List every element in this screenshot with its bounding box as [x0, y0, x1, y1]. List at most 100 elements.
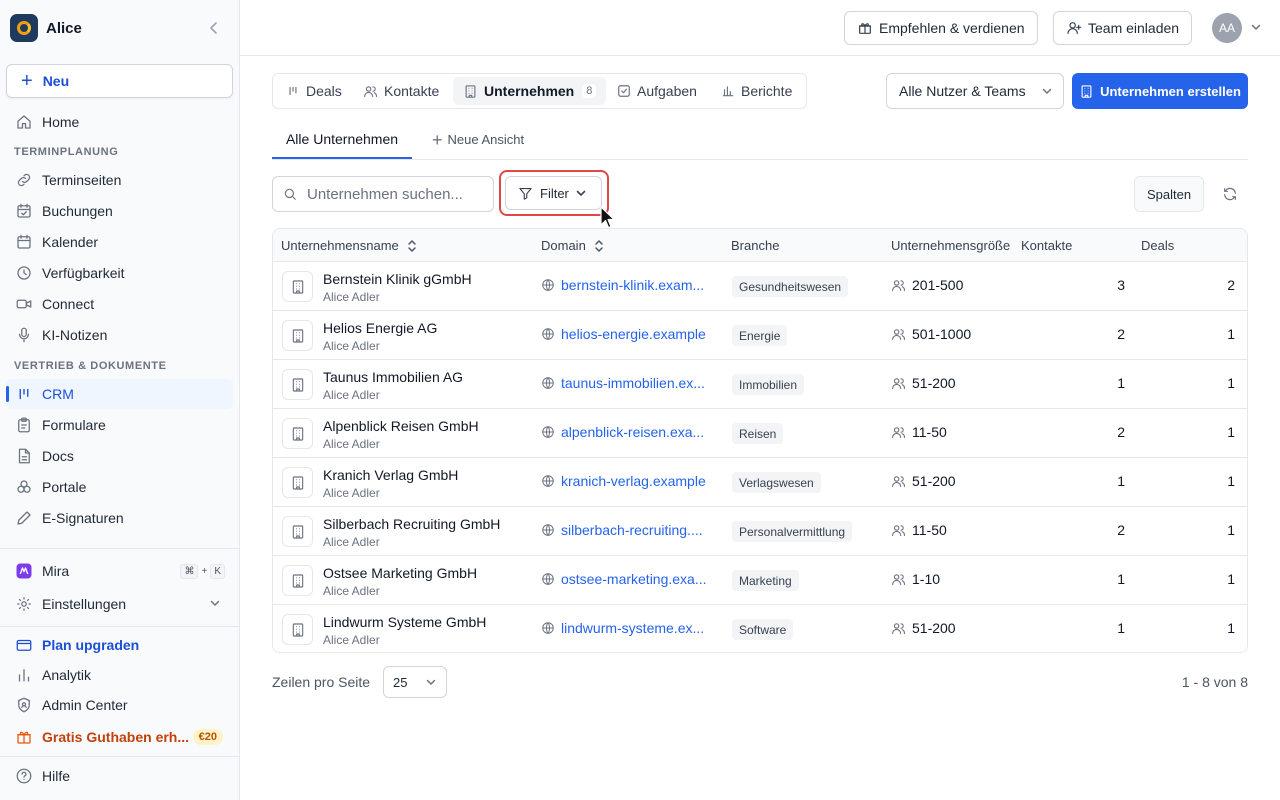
building-icon: [282, 467, 313, 498]
company-name[interactable]: Lindwurm Systeme GmbH: [323, 614, 486, 630]
tab-berichte[interactable]: Berichte: [711, 77, 802, 105]
building-icon: [1079, 84, 1094, 99]
company-domain-link[interactable]: ostsee-marketing.exa...: [541, 571, 707, 587]
company-domain-link[interactable]: bernstein-klinik.exam...: [541, 277, 704, 293]
company-name[interactable]: Alpenblick Reisen GmbH: [323, 418, 479, 434]
refresh-icon[interactable]: [1214, 178, 1246, 210]
sort-icon[interactable]: [594, 239, 604, 253]
company-size: 201-500: [891, 277, 963, 293]
sidebar-item-mira[interactable]: Mira ⌘ + K: [6, 556, 233, 586]
table-row[interactable]: Alpenblick Reisen GmbH Alice Adler alpenbl…: [273, 409, 1247, 458]
view-tab-all-companies[interactable]: Alle Unternehmen: [272, 120, 412, 159]
sidebar-item-home[interactable]: Home: [6, 107, 233, 137]
deals-count: 1: [1227, 473, 1235, 489]
globe-icon: [541, 621, 555, 635]
sidebar-item-buchungen[interactable]: Buchungen: [6, 196, 233, 226]
refer-button[interactable]: Empfehlen & verdienen: [844, 11, 1038, 45]
workspace-header[interactable]: Alice: [10, 14, 230, 42]
company-search: [272, 176, 494, 212]
tab-unternehmen[interactable]: Unternehmen 8: [453, 77, 607, 105]
company-domain-link[interactable]: alpenblick-reisen.exa...: [541, 424, 704, 440]
company-name[interactable]: Kranich Verlag GmbH: [323, 467, 458, 483]
link-icon: [14, 170, 34, 190]
contacts-count: 3: [1117, 277, 1125, 293]
invite-team-button[interactable]: Team einladen: [1053, 11, 1193, 45]
sort-icon[interactable]: [407, 239, 417, 253]
deals-count: 2: [1227, 277, 1235, 293]
mira-icon: [14, 561, 34, 581]
rows-per-page-select[interactable]: 25: [383, 666, 447, 698]
create-company-button[interactable]: Unternehmen erstellen: [1072, 73, 1248, 109]
table-row[interactable]: Bernstein Klinik gGmbH Alice Adler bernste…: [273, 262, 1247, 311]
sidebar-item-kalender[interactable]: Kalender: [6, 227, 233, 257]
table-row[interactable]: Ostsee Marketing GmbH Alice Adler ostsee-m…: [273, 556, 1247, 605]
company-domain-link[interactable]: kranich-verlag.example: [541, 473, 706, 489]
sidebar-item-crm[interactable]: CRM: [6, 379, 233, 409]
column-header-contacts[interactable]: Kontakte: [1021, 238, 1072, 253]
company-domain-link[interactable]: helios-energie.example: [541, 326, 706, 342]
section-label-sales: VERTRIEB & DOKUMENTE: [14, 360, 167, 372]
company-domain-link[interactable]: taunus-immobilien.ex...: [541, 375, 705, 391]
chevron-down-icon[interactable]: [1250, 21, 1262, 33]
table-row[interactable]: Taunus Immobilien AG Alice Adler taunus-im…: [273, 360, 1247, 409]
table-row[interactable]: Helios Energie AG Alice Adler helios-energ…: [273, 311, 1247, 360]
deals-count: 1: [1227, 326, 1235, 342]
tab-kontakte[interactable]: Kontakte: [353, 77, 449, 105]
building-icon: [282, 320, 313, 351]
column-header-industry[interactable]: Branche: [731, 238, 779, 253]
column-header-size[interactable]: Unternehmensgröße: [891, 238, 1013, 253]
sidebar-item-verfuegbarkeit[interactable]: Verfügbarkeit: [6, 258, 233, 288]
company-domain-link[interactable]: lindwurm-systeme.ex...: [541, 620, 704, 636]
rows-per-page-label: Zeilen pro Seite: [272, 674, 371, 690]
filter-button[interactable]: Filter: [505, 176, 602, 210]
credit-badge: €20: [192, 729, 223, 745]
column-header-domain[interactable]: Domain: [541, 238, 604, 253]
table-header: Unternehmensname Domain Branche Unterneh…: [273, 229, 1247, 262]
sidebar-item-formulare[interactable]: Formulare: [6, 410, 233, 440]
sidebar-item-connect[interactable]: Connect: [6, 289, 233, 319]
scroll-fade: [0, 532, 239, 548]
company-name[interactable]: Helios Energie AG: [323, 320, 437, 336]
company-domain-link[interactable]: silberbach-recruiting....: [541, 522, 703, 538]
company-name[interactable]: Bernstein Klinik gGmbH: [323, 271, 472, 287]
clipboard-icon: [14, 415, 34, 435]
bar-chart-icon: [721, 84, 735, 98]
sidebar-item-docs[interactable]: Docs: [6, 441, 233, 471]
sidebar-item-gratis-guthaben[interactable]: Gratis Guthaben erh... €20: [6, 722, 233, 752]
tab-deals[interactable]: Deals: [276, 77, 352, 105]
table-row[interactable]: Silberbach Recruiting GmbH Alice Adler sil…: [273, 507, 1247, 556]
columns-button[interactable]: Spalten: [1134, 176, 1204, 212]
users-icon: [891, 327, 906, 342]
column-header-deals[interactable]: Deals: [1141, 238, 1174, 253]
company-owner: Alice Adler: [323, 584, 380, 598]
sidebar-item-ki-notizen[interactable]: KI-Notizen: [6, 320, 233, 350]
sidebar-item-plan-upgraden[interactable]: Plan upgraden: [6, 630, 233, 660]
sidebar-item-hilfe[interactable]: Hilfe: [6, 761, 233, 791]
company-name[interactable]: Ostsee Marketing GmbH: [323, 565, 477, 581]
sidebar-item-e-signaturen[interactable]: E-Signaturen: [6, 503, 233, 533]
new-button[interactable]: + Neu: [6, 64, 233, 98]
sidebar-item-einstellungen[interactable]: Einstellungen: [6, 589, 233, 619]
new-view-button[interactable]: + Neue Ansicht: [432, 120, 524, 159]
sidebar-item-admin-center[interactable]: Admin Center: [6, 690, 233, 720]
company-name[interactable]: Silberbach Recruiting GmbH: [323, 516, 500, 532]
companies-table: Unternehmensname Domain Branche Unterneh…: [272, 228, 1248, 653]
collapse-sidebar-icon[interactable]: [206, 20, 235, 36]
table-row[interactable]: Kranich Verlag GmbH Alice Adler kranich-ve…: [273, 458, 1247, 507]
company-name[interactable]: Taunus Immobilien AG: [323, 369, 463, 385]
sidebar-item-analytik[interactable]: Analytik: [6, 660, 233, 690]
sidebar-item-terminseiten[interactable]: Terminseiten: [6, 165, 233, 195]
industry-badge: Energie: [732, 325, 788, 346]
tab-aufgaben[interactable]: Aufgaben: [607, 77, 707, 105]
user-team-select[interactable]: Alle Nutzer & Teams: [886, 73, 1064, 109]
industry-badge: Software: [732, 619, 794, 640]
column-header-name[interactable]: Unternehmensname: [281, 238, 417, 253]
avatar[interactable]: AA: [1212, 13, 1242, 43]
contacts-count: 2: [1117, 326, 1125, 342]
shortcut-hint: ⌘ + K: [180, 564, 225, 579]
table-row[interactable]: Lindwurm Systeme GmbH Alice Adler lindwurm…: [273, 605, 1247, 652]
search-icon: [283, 187, 297, 201]
sidebar-item-portale[interactable]: Portale: [6, 472, 233, 502]
search-input[interactable]: [307, 185, 487, 203]
globe-icon: [541, 425, 555, 439]
